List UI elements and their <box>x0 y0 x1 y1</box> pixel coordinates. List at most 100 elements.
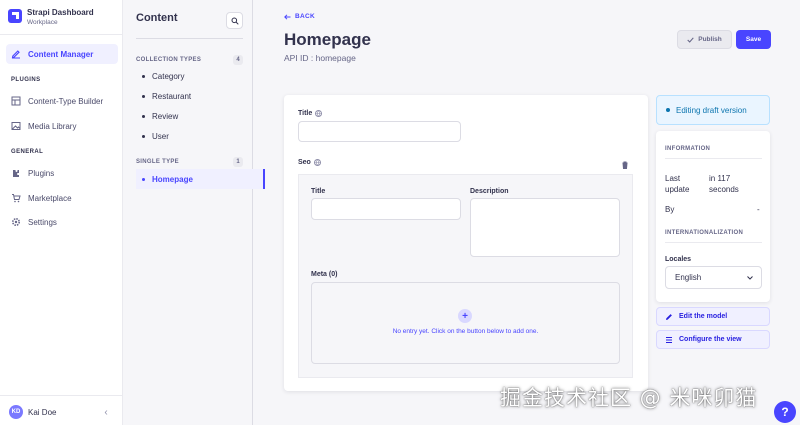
nav-item-media-library[interactable]: Media Library <box>6 116 118 136</box>
subnav-item-label: User <box>152 131 169 141</box>
bullet <box>666 108 670 112</box>
subnav-item-label: Homepage <box>152 174 193 184</box>
globe-icon <box>313 159 321 166</box>
user-name: Kai Doe <box>28 408 57 417</box>
draft-status-banner: Editing draft version <box>656 95 770 125</box>
seo-title-label: Title <box>311 188 326 195</box>
nav-section-general: GENERAL <box>11 149 44 155</box>
add-entry-button[interactable]: + <box>458 309 472 323</box>
subnav-item-homepage[interactable]: Homepage <box>136 169 265 189</box>
subnav-item-label: Category <box>152 71 185 81</box>
nav-label: Content Manager <box>28 49 94 59</box>
nav-label: Marketplace <box>28 193 72 203</box>
configure-view-button[interactable]: Configure the view <box>656 330 770 349</box>
seo-description-label: Description <box>470 188 509 195</box>
subnav-item-user[interactable]: User <box>136 127 252 145</box>
nav-label: Plugins <box>28 168 55 178</box>
locales-label: Locales <box>665 256 692 263</box>
back-link[interactable]: BACK <box>284 13 315 20</box>
pencil-icon <box>11 50 20 59</box>
arrow-left-icon <box>284 13 291 20</box>
title-label-text: Title <box>298 110 313 117</box>
last-update-key: Last update <box>665 174 690 194</box>
divider <box>665 242 762 243</box>
back-label: BACK <box>295 13 315 20</box>
nav-label: Settings <box>28 217 57 227</box>
bullet <box>142 134 145 138</box>
information-heading: INFORMATION <box>665 146 711 152</box>
brand-title: Strapi Dashboard <box>27 8 94 17</box>
nav-section-plugins: PLUGINS <box>11 77 41 83</box>
divider <box>0 34 123 35</box>
brand-subtitle: Workplace <box>27 19 58 26</box>
publish-button[interactable]: Publish <box>677 30 732 49</box>
subnav-item-restaurant[interactable]: Restaurant <box>136 87 252 105</box>
by-key: By <box>665 205 675 214</box>
bullet <box>142 94 145 98</box>
subnav-item-label: Restaurant <box>152 91 192 101</box>
puzzle-icon <box>13 170 19 177</box>
search-icon <box>231 17 239 25</box>
locale-select[interactable]: English <box>665 266 762 289</box>
chevron-down-icon <box>747 275 753 280</box>
bullet <box>142 177 145 181</box>
globe-icon <box>315 110 323 117</box>
subnav-item-review[interactable]: Review <box>136 107 252 125</box>
trash-icon <box>622 161 628 169</box>
nav-label: Content-Type Builder <box>28 96 104 106</box>
nav-label: Media Library <box>28 121 77 131</box>
gear-icon <box>11 217 21 227</box>
edit-model-label: Edit the model <box>679 313 728 320</box>
edit-model-button[interactable]: Edit the model <box>656 307 770 326</box>
nav-item-marketplace[interactable]: Marketplace <box>6 188 118 208</box>
internationalization-heading: INTERNATIONALIZATION <box>665 230 744 236</box>
title-label: Title <box>298 110 323 117</box>
title-input[interactable] <box>298 121 461 142</box>
page-title: Homepage <box>284 30 371 49</box>
seo-description-textarea[interactable] <box>470 198 620 257</box>
help-button[interactable]: ? <box>774 401 796 423</box>
list-icon <box>666 336 672 343</box>
watermark: 掘金技术社区 @ 米咪卯猫 <box>500 386 758 410</box>
meta-empty-state[interactable] <box>311 282 620 364</box>
divider <box>0 395 123 396</box>
subnav-title: Content <box>136 12 178 24</box>
seo-title-input[interactable] <box>311 198 461 220</box>
nav-item-content-manager[interactable]: Content Manager <box>6 44 118 64</box>
strapi-logo-icon <box>8 9 22 23</box>
configure-view-label: Configure the view <box>679 336 742 343</box>
delete-component-button[interactable] <box>621 161 629 169</box>
seo-label: Seo <box>298 159 321 166</box>
collection-types-count: 4 <box>233 55 243 65</box>
plus-icon: + <box>462 310 468 322</box>
single-types-count: 1 <box>233 157 243 167</box>
api-id: API ID : homepage <box>284 53 356 63</box>
layout-icon <box>11 96 21 106</box>
image-icon <box>11 122 21 130</box>
save-button[interactable]: Save <box>736 30 771 49</box>
avatar[interactable]: KD <box>9 405 23 419</box>
draft-status-text: Editing draft version <box>676 105 747 115</box>
subnav-item-category[interactable]: Category <box>136 67 252 85</box>
cart-icon <box>12 194 21 203</box>
last-update-value: in 117 seconds <box>709 174 739 194</box>
collection-types-label: COLLECTION TYPES <box>136 57 202 63</box>
nav-item-plugins[interactable]: Plugins <box>6 163 118 183</box>
nav-item-settings[interactable]: Settings <box>6 212 118 232</box>
meta-label: Meta (0) <box>311 271 338 278</box>
bullet <box>142 74 145 78</box>
collapse-nav-button[interactable]: ‹ <box>100 406 112 418</box>
subnav-search-button[interactable] <box>226 12 243 29</box>
publish-label: Publish <box>698 36 722 43</box>
by-value: - <box>757 205 760 214</box>
check-icon <box>687 36 694 43</box>
empty-state-text: No entry yet. Click on the button below … <box>392 328 539 335</box>
divider <box>665 158 762 159</box>
seo-label-text: Seo <box>298 159 311 166</box>
nav-item-content-type-builder[interactable]: Content-Type Builder <box>6 91 118 111</box>
pencil-icon <box>666 313 672 320</box>
single-types-label: SINGLE TYPE <box>136 159 179 165</box>
locale-value: English <box>675 273 702 282</box>
subnav-item-label: Review <box>152 111 179 121</box>
chevron-left-icon: ‹ <box>104 406 108 418</box>
